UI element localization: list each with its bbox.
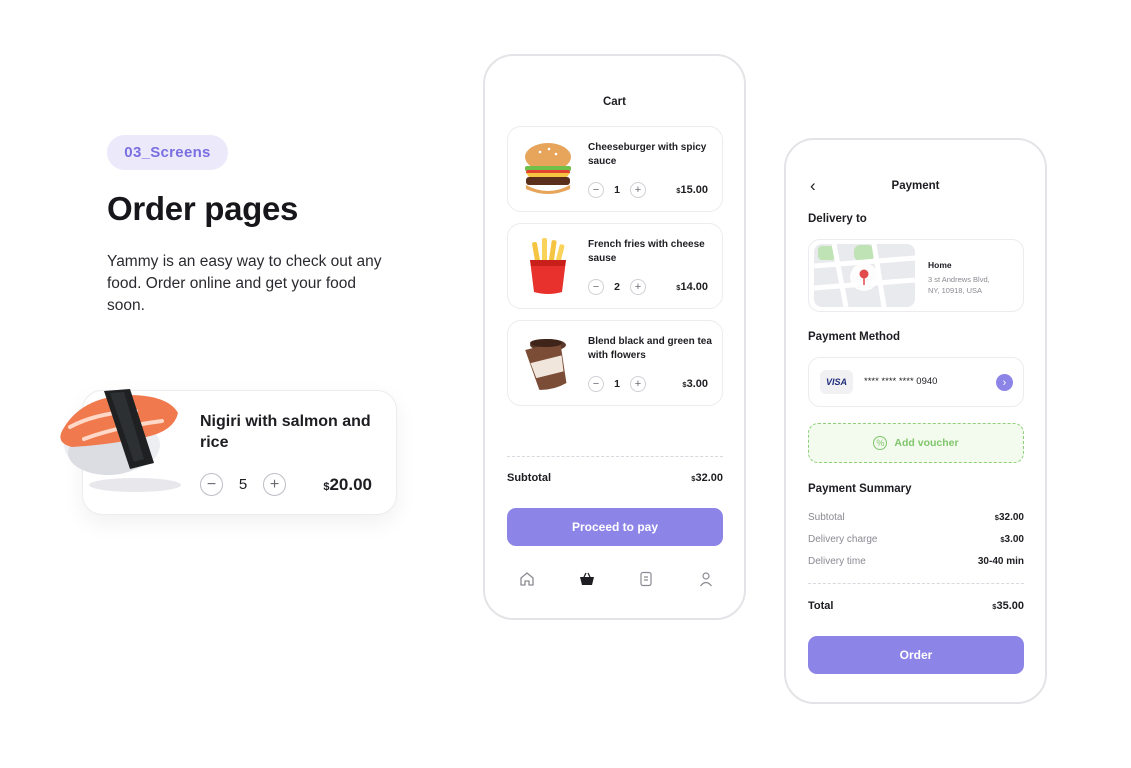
- summary-value: $32.00: [994, 512, 1024, 523]
- fries-icon: [530, 238, 566, 294]
- sushi-nigiri-icon: [60, 389, 181, 492]
- cart-item[interactable]: Blend black and green tea with flowers −…: [507, 320, 723, 406]
- coffee-cup-icon: [525, 339, 567, 390]
- add-voucher-button[interactable]: % Add voucher: [808, 423, 1024, 463]
- cart-screen: Cart Cheeseburger with spicy sauce − 1 +…: [483, 54, 746, 620]
- featured-item-price: $20.00: [323, 475, 372, 494]
- total-label: Total: [808, 600, 834, 612]
- decrease-button[interactable]: −: [588, 182, 604, 198]
- visa-logo: VISA: [820, 370, 853, 394]
- cart-title: Cart: [602, 96, 626, 108]
- subtotal-value: $32.00: [691, 472, 723, 484]
- increase-button[interactable]: +: [263, 473, 286, 496]
- cart-item-name: Cheeseburger with spicy sauce: [588, 142, 707, 167]
- cart-item-price: $15.00: [676, 184, 708, 196]
- quantity-stepper: − 1 +: [588, 182, 646, 198]
- summary-label: Delivery charge: [808, 534, 878, 545]
- quantity-value: 1: [614, 184, 620, 196]
- divider: [507, 456, 723, 457]
- quantity-value: 5: [238, 476, 248, 493]
- page-description: Yammy is an easy way to check out any fo…: [107, 253, 382, 314]
- card-selector[interactable]: VISA **** **** **** 0940 ›: [808, 357, 1024, 407]
- summary-value: 30-40 min: [977, 556, 1024, 567]
- card-number: **** **** **** 0940: [864, 376, 938, 387]
- payment-screen: ‹ Payment Delivery to Home 3 st Andrews …: [784, 138, 1047, 704]
- add-voucher-label: Add voucher: [894, 437, 959, 449]
- summary-row: Delivery time 30-40 min: [808, 556, 1024, 567]
- map-thumbnail: [814, 244, 915, 307]
- divider: [808, 583, 1024, 584]
- decrease-button[interactable]: −: [200, 473, 223, 496]
- chevron-right-icon[interactable]: ›: [996, 374, 1013, 391]
- subtotal-label: Subtotal: [507, 472, 551, 484]
- basket-icon[interactable]: [578, 570, 596, 588]
- decrease-button[interactable]: −: [588, 279, 604, 295]
- cart-item-price: $14.00: [676, 281, 708, 293]
- increase-button[interactable]: +: [630, 376, 646, 392]
- summary-row: Subtotal $32.00: [808, 512, 1024, 523]
- total-row: Total $35.00: [808, 600, 1024, 612]
- profile-icon[interactable]: [697, 570, 715, 588]
- summary-row: Delivery charge $3.00: [808, 534, 1024, 545]
- summary-value: $3.00: [1000, 534, 1024, 545]
- address-text: 3 st Andrews Blvd, NY, 10918, USA: [928, 275, 990, 295]
- subtotal-row: Subtotal $32.00: [507, 472, 723, 484]
- home-icon[interactable]: [518, 570, 536, 588]
- quantity-value: 1: [614, 378, 620, 390]
- orders-icon[interactable]: [637, 570, 655, 588]
- address-card[interactable]: Home 3 st Andrews Blvd, NY, 10918, USA: [808, 239, 1024, 312]
- section-tag: 03_Screens: [107, 135, 228, 170]
- quantity-stepper: − 1 +: [588, 376, 646, 392]
- cart-item[interactable]: French fries with cheese sause − 2 + $14…: [507, 223, 723, 309]
- total-value: $35.00: [992, 600, 1024, 612]
- summary-label: Subtotal: [808, 512, 845, 523]
- payment-method-label: Payment Method: [808, 331, 901, 343]
- payment-title: Payment: [891, 180, 940, 192]
- bottom-nav: [505, 570, 728, 588]
- payment-summary-label: Payment Summary: [808, 483, 912, 495]
- page-title: Order pages: [107, 190, 299, 227]
- proceed-to-pay-button[interactable]: Proceed to pay: [507, 508, 723, 546]
- quantity-stepper: − 2 +: [588, 279, 646, 295]
- quantity-stepper: − 5 +: [200, 473, 286, 496]
- cart-item-price: $3.00: [682, 378, 708, 390]
- address-name: Home: [928, 260, 952, 270]
- increase-button[interactable]: +: [630, 182, 646, 198]
- featured-item-name: Nigiri with salmon and rice: [200, 413, 371, 451]
- order-button[interactable]: Order: [808, 636, 1024, 674]
- cart-item-name: Blend black and green tea with flowers: [588, 336, 712, 361]
- voucher-icon: %: [873, 436, 888, 450]
- decrease-button[interactable]: −: [588, 376, 604, 392]
- cart-item-name: French fries with cheese sause: [588, 239, 705, 264]
- quantity-value: 2: [614, 281, 620, 293]
- cart-item[interactable]: Cheeseburger with spicy sauce − 1 + $15.…: [507, 126, 723, 212]
- increase-button[interactable]: +: [630, 279, 646, 295]
- burger-icon: [525, 143, 571, 194]
- summary-label: Delivery time: [808, 556, 866, 567]
- delivery-label: Delivery to: [808, 213, 867, 225]
